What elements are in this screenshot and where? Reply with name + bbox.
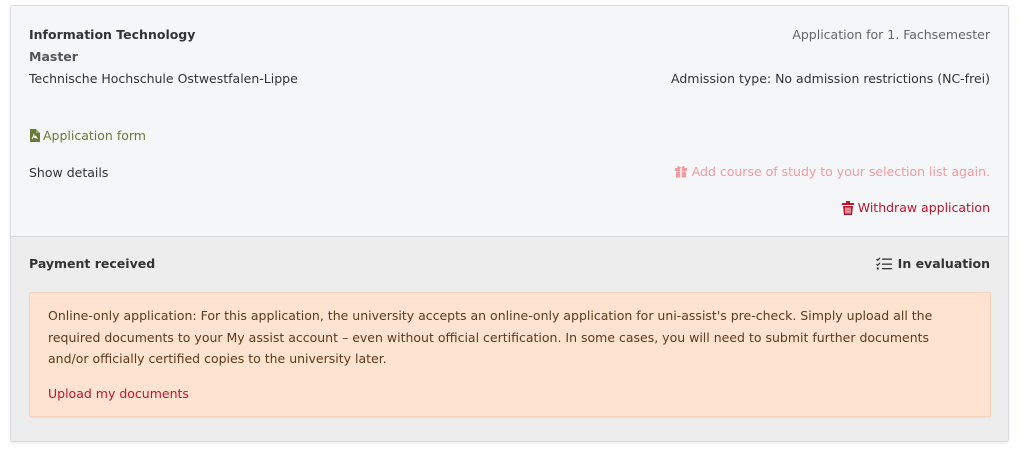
payment-status: Payment received [29, 256, 156, 271]
evaluation-status: In evaluation [875, 256, 990, 271]
pdf-file-icon [29, 129, 40, 142]
application-form-link[interactable]: Application form [29, 128, 146, 143]
degree-label: Master [29, 49, 78, 64]
notice-text: Online-only application: For this applic… [48, 308, 933, 366]
gift-icon [674, 165, 688, 178]
trash-icon [841, 200, 854, 215]
online-only-notice: Online-only application: For this applic… [29, 292, 991, 417]
application-card: Information Technology Master Technische… [10, 5, 1009, 442]
application-form-label: Application form [43, 128, 146, 143]
course-info-section: Information Technology Master Technische… [11, 6, 1008, 236]
semester-label: Application for 1. Fachsemester [792, 27, 990, 42]
withdraw-label: Withdraw application [857, 200, 990, 215]
admission-type: Admission type: No admission restriction… [671, 71, 990, 86]
university-name: Technische Hochschule Ostwestfalen-Lippe [29, 71, 298, 86]
checklist-icon [875, 257, 892, 270]
status-section: Payment received In evaluation Online-on… [11, 236, 1008, 441]
upload-documents-link[interactable]: Upload my documents [48, 386, 189, 401]
show-details-link[interactable]: Show details [29, 165, 108, 180]
withdraw-application-link[interactable]: Withdraw application [841, 200, 990, 215]
evaluation-label: In evaluation [897, 256, 990, 271]
add-course-link[interactable]: Add course of study to your selection li… [674, 164, 990, 179]
add-course-label: Add course of study to your selection li… [691, 164, 990, 179]
course-title: Information Technology [29, 27, 196, 42]
